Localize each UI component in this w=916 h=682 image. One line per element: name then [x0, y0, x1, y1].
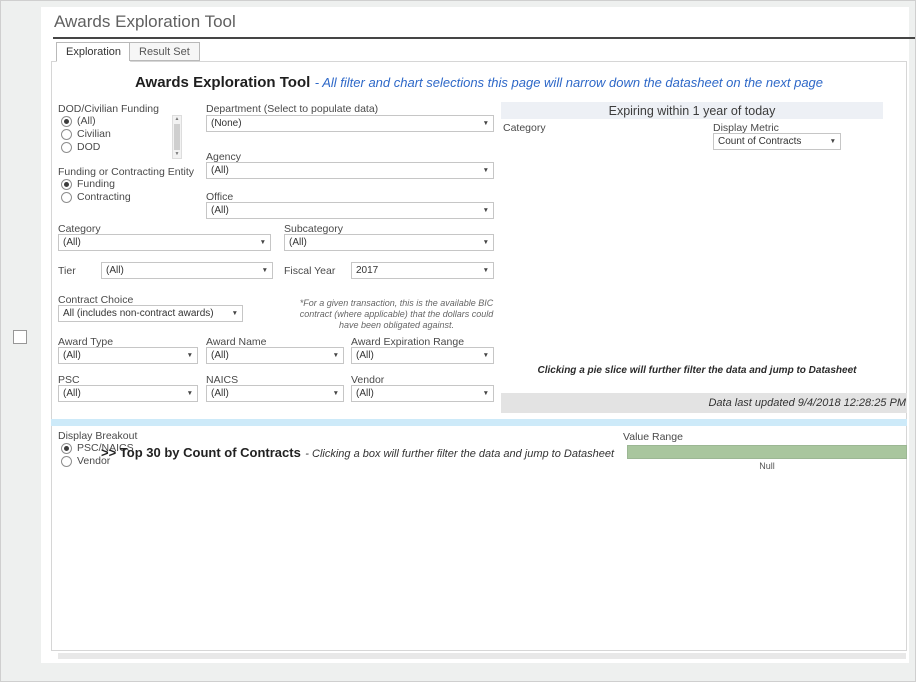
- value-range-label: Value Range: [623, 431, 683, 443]
- entity-option-contracting-label: Contracting: [77, 191, 131, 203]
- department-label: Department (Select to populate data): [206, 103, 378, 115]
- tier-value: (All): [106, 265, 124, 276]
- contract-choice-value: All (includes non-contract awards): [63, 308, 214, 319]
- tier-label: Tier: [58, 265, 76, 277]
- chevron-down-icon: ▼: [187, 352, 193, 359]
- tab-result-set[interactable]: Result Set: [129, 42, 200, 61]
- award-name-value: (All): [211, 350, 229, 361]
- side-checkbox[interactable]: [13, 330, 27, 344]
- dod-civilian-option-dod[interactable]: DOD: [61, 141, 100, 153]
- chevron-down-icon: ▼: [830, 138, 836, 145]
- scroll-down-icon[interactable]: ▼: [175, 151, 180, 158]
- section-divider: [51, 419, 907, 426]
- title-divider: [53, 37, 916, 39]
- award-type-dropdown[interactable]: (All) ▼: [58, 347, 198, 364]
- tab-exploration-label: Exploration: [66, 46, 121, 58]
- dashboard-heading-subtitle: - All filter and chart selections this p…: [315, 75, 823, 90]
- entity-option-contracting[interactable]: Contracting: [61, 191, 131, 203]
- value-range-color-bar: [627, 445, 907, 459]
- chevron-down-icon: ▼: [260, 239, 266, 246]
- department-value: (None): [211, 118, 242, 129]
- breakout-heading-main: >> Top 30 by Count of Contracts: [101, 445, 301, 460]
- value-range-null-label: Null: [627, 461, 907, 471]
- category-dropdown[interactable]: (All) ▼: [58, 234, 271, 251]
- scroll-up-icon[interactable]: ▲: [175, 116, 180, 123]
- radio-icon[interactable]: [61, 192, 72, 203]
- chevron-down-icon: ▼: [333, 390, 339, 397]
- chevron-down-icon: ▼: [483, 267, 489, 274]
- dashboard-heading-title: Awards Exploration Tool: [135, 74, 310, 91]
- chevron-down-icon: ▼: [483, 120, 489, 127]
- page-title: Awards Exploration Tool: [54, 12, 236, 32]
- fiscal-year-dropdown[interactable]: 2017 ▼: [351, 262, 494, 279]
- naics-dropdown[interactable]: (All) ▼: [206, 385, 344, 402]
- radio-icon[interactable]: [61, 142, 72, 153]
- tab-result-set-label: Result Set: [139, 46, 190, 58]
- chevron-down-icon: ▼: [483, 167, 489, 174]
- award-name-dropdown[interactable]: (All) ▼: [206, 347, 344, 364]
- entity-option-funding-label: Funding: [77, 178, 115, 190]
- naics-value: (All): [211, 388, 229, 399]
- contract-choice-note: *For a given transaction, this is the av…: [294, 298, 499, 331]
- award-type-value: (All): [63, 350, 81, 361]
- pie-panel-title: Expiring within 1 year of today: [501, 102, 883, 119]
- psc-dropdown[interactable]: (All) ▼: [58, 385, 198, 402]
- dod-civilian-option-all-label: (All): [77, 115, 96, 127]
- chevron-down-icon: ▼: [483, 352, 489, 359]
- vendor-dropdown[interactable]: (All) ▼: [351, 385, 494, 402]
- scroll-thumb[interactable]: [174, 124, 180, 150]
- award-expiration-range-dropdown[interactable]: (All) ▼: [351, 347, 494, 364]
- award-expiration-range-value: (All): [356, 350, 374, 361]
- fiscal-year-label: Fiscal Year: [284, 265, 335, 277]
- chevron-down-icon: ▼: [483, 207, 489, 214]
- vendor-value: (All): [356, 388, 374, 399]
- psc-value: (All): [63, 388, 81, 399]
- breakout-heading: >> Top 30 by Count of Contracts - Clicki…: [101, 444, 614, 462]
- dod-civilian-label: DOD/Civilian Funding: [58, 103, 159, 115]
- dod-civilian-option-all[interactable]: (All): [61, 115, 96, 127]
- radio-selected-icon[interactable]: [61, 179, 72, 190]
- dod-civilian-option-civilian[interactable]: Civilian: [61, 128, 111, 140]
- fiscal-year-value: 2017: [356, 265, 378, 276]
- tab-exploration[interactable]: Exploration: [56, 42, 131, 62]
- chevron-down-icon: ▼: [262, 267, 268, 274]
- chevron-down-icon: ▼: [187, 390, 193, 397]
- radio-icon[interactable]: [61, 456, 72, 467]
- screen: Awards Exploration Tool Exploration Resu…: [0, 0, 916, 682]
- radio-selected-icon[interactable]: [61, 116, 72, 127]
- dod-civilian-option-dod-label: DOD: [77, 141, 100, 153]
- office-value: (All): [211, 205, 229, 216]
- agency-value: (All): [211, 165, 229, 176]
- subcategory-value: (All): [289, 237, 307, 248]
- tier-dropdown[interactable]: (All) ▼: [101, 262, 273, 279]
- entity-option-funding[interactable]: Funding: [61, 178, 115, 190]
- radio-icon[interactable]: [61, 129, 72, 140]
- agency-dropdown[interactable]: (All) ▼: [206, 162, 494, 179]
- chevron-down-icon: ▼: [333, 352, 339, 359]
- last-updated-bar: Data last updated 9/4/2018 12:28:25 PM: [501, 393, 907, 413]
- display-metric-value: Count of Contracts: [718, 136, 801, 147]
- office-dropdown[interactable]: (All) ▼: [206, 202, 494, 219]
- dashboard-heading: Awards Exploration Tool - All filter and…: [51, 74, 907, 92]
- radio-selected-icon[interactable]: [61, 443, 72, 454]
- pie-hint-text: Clicking a pie slice will further filter…: [501, 365, 893, 376]
- display-breakout-label: Display Breakout: [58, 430, 137, 442]
- subcategory-dropdown[interactable]: (All) ▼: [284, 234, 494, 251]
- display-metric-dropdown[interactable]: Count of Contracts ▼: [713, 133, 841, 150]
- chevron-down-icon: ▼: [483, 390, 489, 397]
- chevron-down-icon: ▼: [483, 239, 489, 246]
- department-dropdown[interactable]: (None) ▼: [206, 115, 494, 132]
- category-value: (All): [63, 237, 81, 248]
- breakout-heading-note: - Clicking a box will further filter the…: [305, 448, 614, 460]
- horizontal-scrollbar[interactable]: [58, 653, 906, 659]
- dod-civilian-option-civilian-label: Civilian: [77, 128, 111, 140]
- dod-civilian-scrollbar[interactable]: ▲ ▼: [172, 115, 182, 159]
- pie-category-label: Category: [503, 122, 546, 134]
- chevron-down-icon: ▼: [232, 310, 238, 317]
- contract-choice-dropdown[interactable]: All (includes non-contract awards) ▼: [58, 305, 243, 322]
- entity-label: Funding or Contracting Entity: [58, 166, 194, 178]
